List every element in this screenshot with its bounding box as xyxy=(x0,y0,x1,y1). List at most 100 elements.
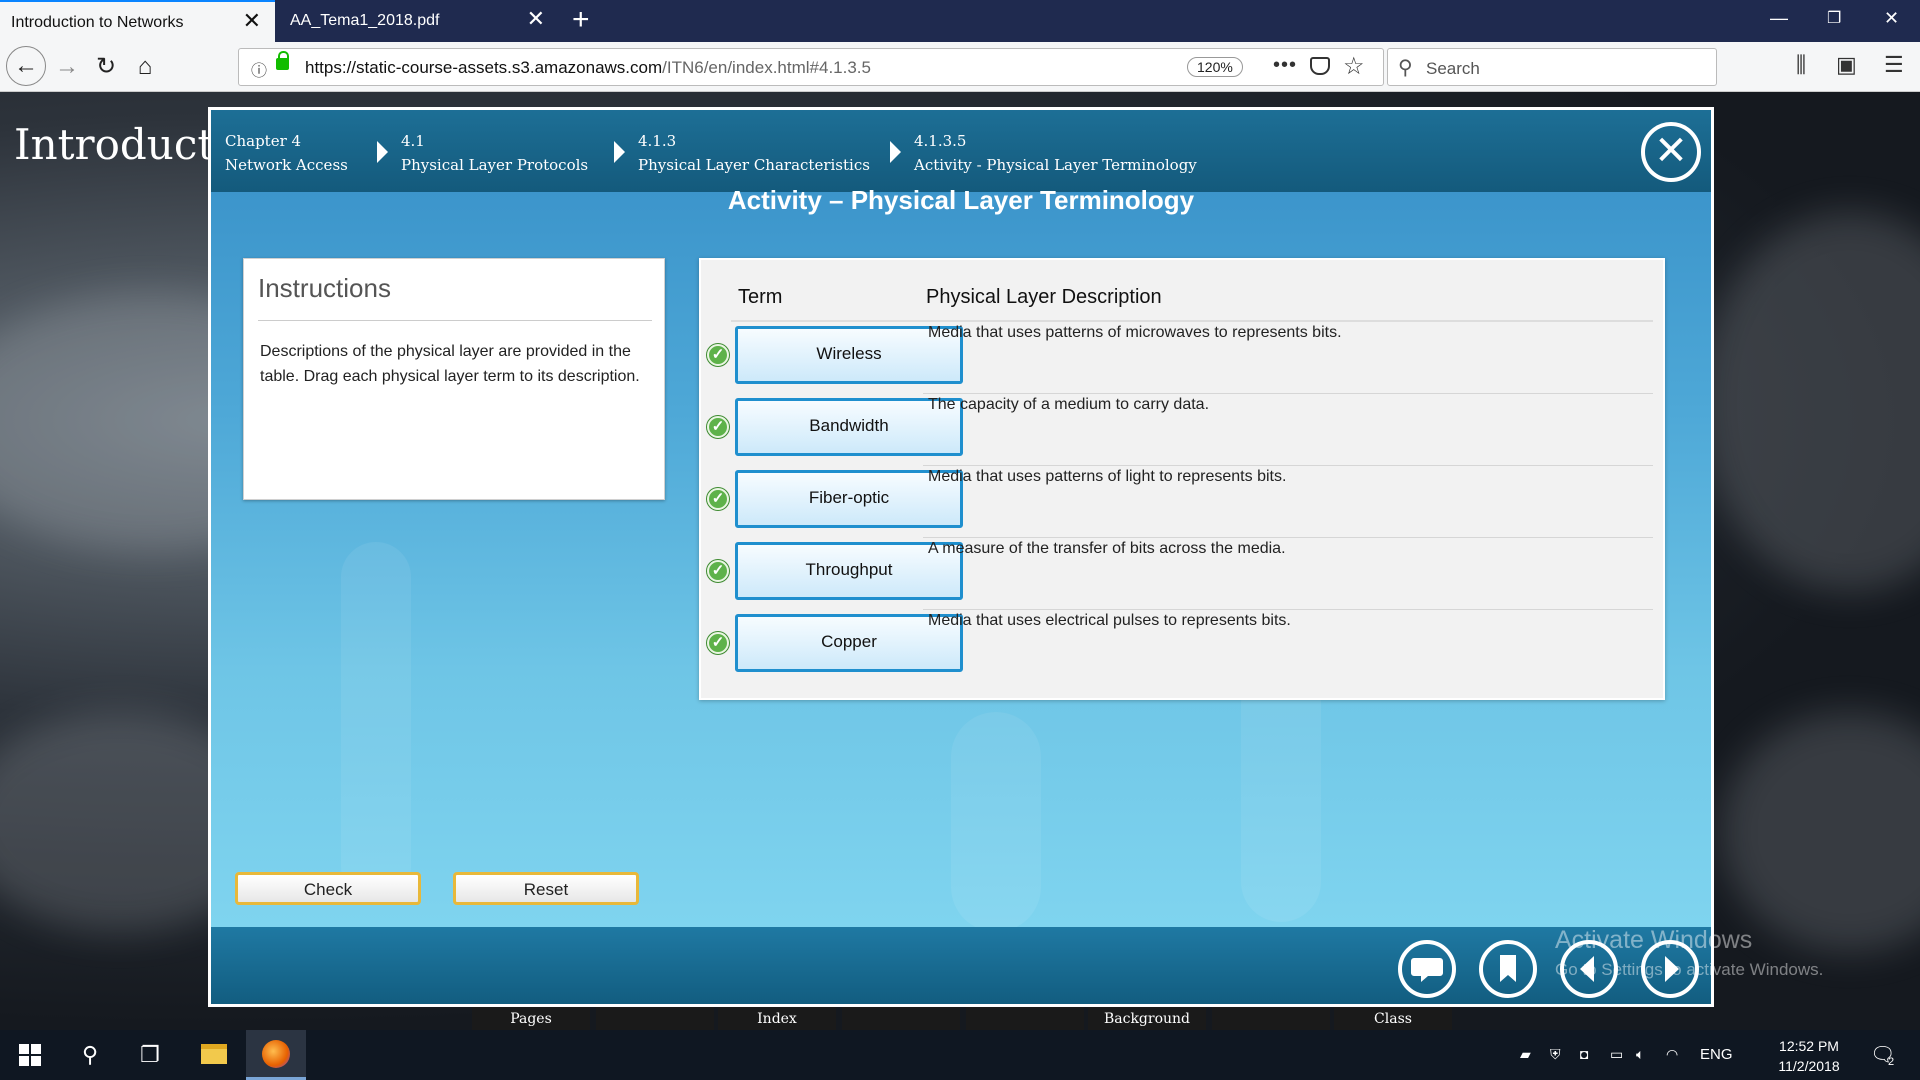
divider xyxy=(923,609,1653,610)
app-tray-icon[interactable]: ◘ xyxy=(1580,1046,1588,1062)
breadcrumb-section[interactable]: 4.1 Physical Layer Protocols xyxy=(401,129,588,177)
breadcrumb-label: Network Access xyxy=(225,156,348,174)
sidebar-icon[interactable]: ▣ xyxy=(1836,52,1857,78)
term-description: Media that uses patterns of microwaves t… xyxy=(928,324,1342,341)
checkmark-icon: ✓ xyxy=(707,416,729,438)
back-arrow-icon[interactable]: ← xyxy=(6,46,46,86)
instructions-text: Descriptions of the physical layer are p… xyxy=(260,343,640,385)
terminology-table: Term Physical Layer Description ✓ Wirele… xyxy=(699,258,1665,700)
table-row: ✓ Bandwidth The capacity of a medium to … xyxy=(701,396,1667,468)
clock[interactable]: 12:52 PM 11/2/2018 xyxy=(1764,1036,1854,1076)
battery-icon[interactable]: ▭ xyxy=(1610,1046,1623,1063)
background-decoration xyxy=(951,712,1041,927)
chevron-right-icon xyxy=(377,141,388,163)
close-activity-icon[interactable]: ✕ xyxy=(1641,122,1701,182)
menu-background[interactable]: Background xyxy=(1088,1004,1206,1030)
taskbar-search-icon[interactable]: ⚲ xyxy=(60,1030,120,1080)
menu-blank[interactable] xyxy=(966,1004,1084,1030)
tab-title: AA_Tema1_2018.pdf xyxy=(290,12,440,29)
table-row: ✓ Wireless Media that uses patterns of m… xyxy=(701,324,1667,396)
close-tab-icon[interactable]: ✕ xyxy=(527,8,545,30)
firefox-icon[interactable] xyxy=(246,1030,306,1080)
tab-pdf[interactable]: AA_Tema1_2018.pdf ✕ xyxy=(279,0,559,42)
close-tab-icon[interactable]: ✕ xyxy=(243,10,261,32)
table-row: ✓ Throughput A measure of the transfer o… xyxy=(701,540,1667,612)
new-tab-icon[interactable]: + xyxy=(572,4,590,36)
taskbar: ⚲ ❐ ▰ ⛨ ◘ ▭ 🔈︎ ◠ ENG 12:52 PM 11/2/2018 … xyxy=(0,1030,1920,1080)
file-explorer-icon[interactable] xyxy=(184,1030,244,1080)
divider xyxy=(258,320,652,321)
address-bar[interactable]: ⓘ https://static-course-assets.s3.amazon… xyxy=(238,48,1384,86)
search-icon: ⚲ xyxy=(1398,57,1413,79)
term-description: Media that uses patterns of light to rep… xyxy=(928,468,1287,485)
pocket-icon[interactable] xyxy=(1310,57,1330,75)
description-column-header: Physical Layer Description xyxy=(926,286,1162,308)
breadcrumb: Chapter 4 Network Access 4.1 Physical La… xyxy=(211,110,1711,192)
security-icon[interactable]: ⛨ xyxy=(1550,1046,1561,1063)
search-input[interactable]: ⚲ Search xyxy=(1387,48,1717,86)
term-description: A measure of the transfer of bits across… xyxy=(928,540,1286,557)
comment-button[interactable] xyxy=(1398,940,1456,998)
course-frame: Chapter 4 Network Access 4.1 Physical La… xyxy=(208,107,1714,1007)
cloud-decoration xyxy=(1700,212,1920,592)
breadcrumb-label: Activity - Physical Layer Terminology xyxy=(914,156,1197,174)
page-actions-icon[interactable]: ••• xyxy=(1273,54,1297,77)
search-placeholder: Search xyxy=(1426,59,1480,78)
home-icon[interactable]: ⌂ xyxy=(128,50,162,84)
menu-class[interactable]: Class xyxy=(1334,1004,1452,1030)
term-description: The capacity of a medium to carry data. xyxy=(928,396,1210,413)
divider xyxy=(923,537,1653,538)
activation-watermark-text: Go to Settings to activate Windows. xyxy=(1555,960,1824,979)
menu-blank[interactable] xyxy=(1212,1004,1330,1030)
menu-blank[interactable] xyxy=(842,1004,960,1030)
checkmark-icon: ✓ xyxy=(707,632,729,654)
instructions-heading: Instructions xyxy=(258,273,391,303)
url-host: https://static-course-assets.s3.amazonaw… xyxy=(305,58,663,77)
breadcrumb-chapter[interactable]: Chapter 4 Network Access xyxy=(225,129,348,177)
zoom-badge[interactable]: 120% xyxy=(1187,57,1243,77)
chevron-right-icon xyxy=(890,141,901,163)
breadcrumb-number: 4.1.3 xyxy=(638,132,677,150)
url-text[interactable]: https://static-course-assets.s3.amazonaw… xyxy=(305,58,871,78)
clock-date: 11/2/2018 xyxy=(1778,1058,1840,1074)
breadcrumb-number: 4.1.3.5 xyxy=(914,132,967,150)
minimize-icon[interactable]: — xyxy=(1770,8,1788,29)
windows-start-icon[interactable] xyxy=(0,1030,60,1080)
tab-introduction-to-networks[interactable]: Introduction to Networks ✕ xyxy=(0,0,275,42)
volume-icon[interactable]: 🔈︎ xyxy=(1636,1046,1644,1063)
checkmark-icon: ✓ xyxy=(707,488,729,510)
bookmark-button[interactable] xyxy=(1479,940,1537,998)
divider xyxy=(923,465,1653,466)
check-button[interactable]: Check xyxy=(235,872,421,905)
background-decoration xyxy=(341,542,411,902)
divider xyxy=(923,393,1653,394)
wifi-icon[interactable]: ◠ xyxy=(1666,1046,1678,1063)
network-icon[interactable]: ▰ xyxy=(1520,1046,1531,1063)
task-view-icon[interactable]: ❐ xyxy=(120,1030,180,1080)
browser-tab-strip: Introduction to Networks ✕ AA_Tema1_2018… xyxy=(0,0,1920,42)
breadcrumb-label: Physical Layer Protocols xyxy=(401,156,589,174)
site-info-icon[interactable]: ⓘ xyxy=(251,57,267,81)
breadcrumb-subsection[interactable]: 4.1.3 Physical Layer Characteristics xyxy=(638,129,870,177)
term-description: Media that uses electrical pulses to rep… xyxy=(928,612,1291,629)
clock-time: 12:52 PM xyxy=(1779,1038,1839,1054)
menu-blank[interactable] xyxy=(596,1004,714,1030)
reset-button[interactable]: Reset xyxy=(453,872,639,905)
menu-icon[interactable]: ☰ xyxy=(1884,52,1904,78)
bookmark-star-icon[interactable]: ☆ xyxy=(1343,52,1365,81)
checkmark-icon: ✓ xyxy=(707,344,729,366)
library-icon[interactable]: ⫼ xyxy=(1796,52,1806,78)
menu-pages[interactable]: Pages xyxy=(472,1004,590,1030)
window-close-icon[interactable]: ✕ xyxy=(1884,8,1899,29)
tab-title: Introduction to Networks xyxy=(11,14,184,31)
language-indicator[interactable]: ENG xyxy=(1700,1046,1733,1063)
checkmark-icon: ✓ xyxy=(707,560,729,582)
table-row: ✓ Copper Media that uses electrical puls… xyxy=(701,612,1667,684)
forward-arrow-icon[interactable]: → xyxy=(50,50,84,84)
url-path: /ITN6/en/index.html#4.1.3.5 xyxy=(662,58,871,77)
breadcrumb-activity[interactable]: 4.1.3.5 Activity - Physical Layer Termin… xyxy=(914,129,1197,177)
restore-icon[interactable]: ❐ xyxy=(1827,8,1841,28)
menu-index[interactable]: Index xyxy=(718,1004,836,1030)
bookmark-icon xyxy=(1500,955,1516,982)
reload-icon[interactable]: ↻ xyxy=(89,50,123,84)
